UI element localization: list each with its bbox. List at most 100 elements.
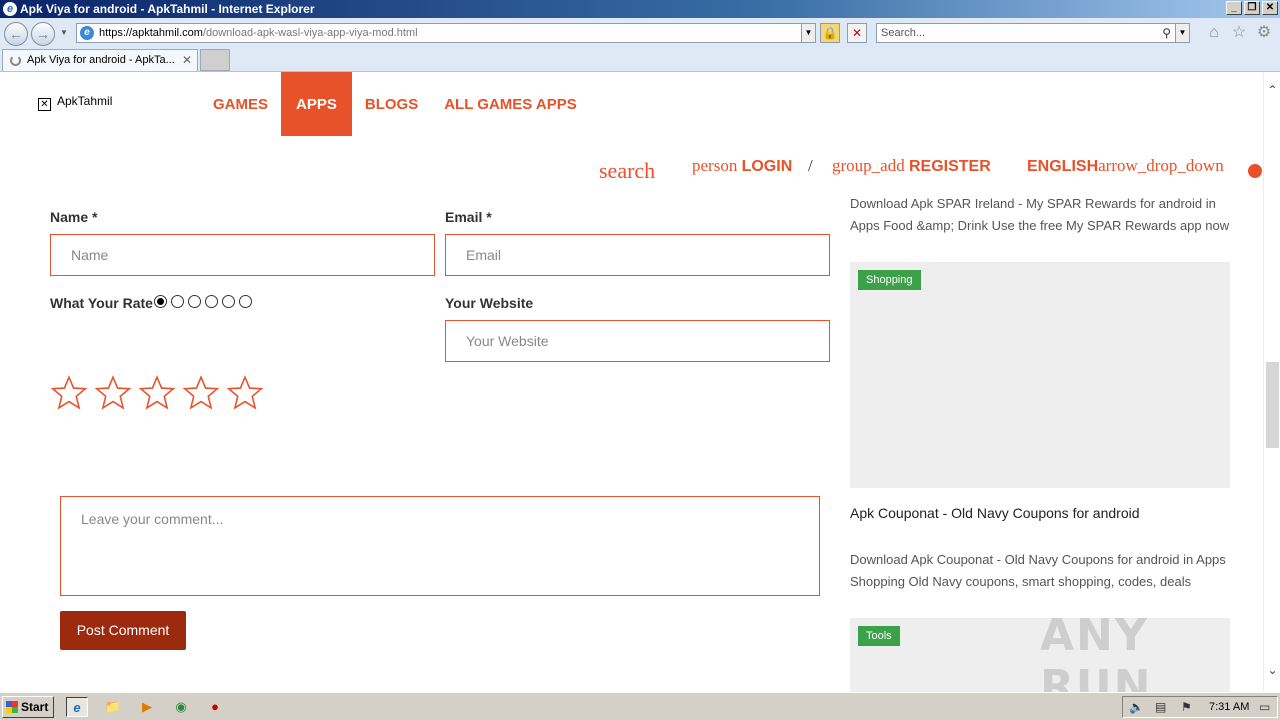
tab-label: Apk Viya for android - ApkTa... (27, 54, 175, 66)
back-arrow-icon: ← (9, 26, 23, 42)
nav-blogs[interactable]: BLOGS (352, 72, 431, 136)
scroll-down-icon[interactable]: ⌄ (1264, 662, 1280, 679)
post-comment-button[interactable]: Post Comment (60, 611, 186, 650)
search-dropdown-icon[interactable]: ▼ (1175, 24, 1189, 42)
loading-spinner-icon (10, 55, 21, 66)
rate-radio[interactable] (171, 295, 184, 308)
tab-close-icon[interactable]: ✕ (182, 50, 192, 70)
website-label: Your Website (445, 295, 534, 311)
shield-taskbar-icon[interactable]: ● (204, 697, 226, 717)
folder-taskbar-icon[interactable]: 📁 (102, 697, 124, 717)
history-dropdown-icon[interactable]: ▼ (60, 28, 68, 37)
star-icon[interactable] (50, 374, 88, 412)
window-title: Apk Viya for android - ApkTahmil - Inter… (20, 2, 315, 16)
rate-radio-group (154, 295, 252, 308)
favorites-star-icon[interactable]: ☆ (1230, 24, 1248, 42)
stop-icon[interactable]: ✕ (847, 23, 867, 43)
search-placeholder: Search... (881, 27, 926, 39)
name-input[interactable]: Name (50, 234, 435, 276)
star-icon[interactable] (182, 374, 220, 412)
category-badge[interactable]: Shopping (858, 270, 921, 290)
star-icon[interactable] (226, 374, 264, 412)
system-tray: 🔈 ▤ ⚑ 7:31 AM ▭ (1122, 696, 1278, 718)
browser-search-input[interactable]: Search... ⚲ ▼ (876, 23, 1190, 43)
sidebar-card-image[interactable]: Shopping (850, 262, 1230, 488)
start-button[interactable]: Start (2, 696, 54, 718)
language-selector[interactable]: ENGLISHarrow_drop_down (1027, 156, 1224, 176)
login-link[interactable]: person LOGIN (692, 156, 792, 176)
restore-button[interactable]: ❐ (1244, 1, 1260, 15)
scrollbar-thumb[interactable] (1266, 362, 1279, 448)
auth-separator: / (808, 156, 813, 175)
star-icon[interactable] (94, 374, 132, 412)
internet-explorer-taskbar-icon[interactable]: e (66, 697, 88, 717)
url-input[interactable]: e https://apktahmil.com/download-apk-was… (76, 23, 816, 43)
close-window-button[interactable]: ✕ (1262, 1, 1278, 15)
url-dropdown-icon[interactable]: ▼ (801, 24, 815, 42)
page-scrollbar[interactable]: ⌃ ⌄ (1263, 72, 1280, 692)
start-label: Start (21, 700, 49, 714)
rate-radio[interactable] (154, 295, 167, 308)
main-nav: GAMES APPS BLOGS ALL GAMES APPS (200, 72, 590, 136)
nav-all-games-apps[interactable]: ALL GAMES APPS (431, 72, 590, 136)
rate-label: What Your Rate (50, 295, 153, 311)
language-label: ENGLISH (1027, 158, 1099, 175)
url-path: /download-apk-wasl-viya-app-viya-mod.htm… (202, 27, 418, 39)
back-button[interactable]: ← (4, 22, 28, 46)
window-title-bar: e Apk Viya for android - ApkTahmil - Int… (0, 0, 1280, 18)
windows-logo-icon (6, 701, 18, 713)
rate-radio[interactable] (239, 295, 252, 308)
site-search-button[interactable]: search (599, 158, 655, 184)
sidebar-item-description: Download Apk Couponat - Old Navy Coupons… (850, 552, 1226, 589)
rate-radio[interactable] (188, 295, 201, 308)
tab-active[interactable]: Apk Viya for android - ApkTa... ✕ (2, 49, 198, 71)
group-add-icon: group_add (832, 156, 905, 175)
website-input[interactable]: Your Website (445, 320, 830, 362)
email-label: Email * (445, 209, 492, 225)
sidebar-item-description: Download Apk SPAR Ireland - My SPAR Rewa… (850, 196, 1230, 233)
new-tab-button[interactable] (200, 49, 230, 71)
star-rating (50, 374, 264, 412)
person-icon: person (692, 156, 738, 175)
dark-mode-toggle-icon[interactable] (1248, 164, 1262, 178)
internet-explorer-icon: e (3, 2, 17, 16)
star-icon[interactable] (138, 374, 176, 412)
anyrun-watermark: ANY RUN (1040, 610, 1153, 692)
login-label: LOGIN (741, 158, 793, 175)
scroll-up-icon[interactable]: ⌃ (1264, 82, 1280, 99)
dropdown-arrow-icon: arrow_drop_down (1098, 156, 1224, 175)
nav-games[interactable]: GAMES (200, 72, 281, 136)
action-center-flag-icon[interactable]: ⚑ (1181, 699, 1192, 715)
show-desktop-icon[interactable]: ▭ (1259, 699, 1270, 715)
rate-radio[interactable] (222, 295, 235, 308)
register-label: REGISTER (908, 158, 991, 175)
site-logo[interactable]: ✕ ApkTahmil (38, 94, 112, 111)
lock-icon[interactable]: 🔒 (820, 23, 840, 43)
category-badge[interactable]: Tools (858, 626, 900, 646)
broken-image-icon: ✕ (38, 98, 51, 111)
nav-apps[interactable]: APPS (281, 72, 352, 136)
register-link[interactable]: group_add REGISTER (832, 156, 991, 176)
url-host: https://apktahmil.com (99, 27, 203, 39)
tab-strip: Apk Viya for android - ApkTa... ✕ (0, 48, 1280, 72)
site-favicon-icon: e (80, 26, 94, 40)
network-icon[interactable]: ▤ (1155, 699, 1166, 715)
settings-gear-icon[interactable]: ⚙ (1255, 24, 1273, 42)
home-icon[interactable]: ⌂ (1205, 24, 1223, 42)
forward-arrow-icon: → (36, 26, 50, 42)
forward-button[interactable]: → (31, 22, 55, 46)
site-brand-name: ApkTahmil (57, 94, 113, 108)
page-viewport: ✕ ApkTahmil GAMES APPS BLOGS ALL GAMES AP… (0, 72, 1263, 692)
windows-taskbar: Start e 📁 ▶ ◉ ● 🔈 ▤ ⚑ 7:31 AM ▭ (0, 692, 1280, 720)
comment-textarea[interactable]: Leave your comment... (60, 496, 820, 596)
sidebar-item-title[interactable]: Apk Couponat - Old Navy Coupons for andr… (850, 505, 1140, 521)
media-player-taskbar-icon[interactable]: ▶ (136, 697, 158, 717)
minimize-button[interactable]: _ (1226, 1, 1242, 15)
chrome-taskbar-icon[interactable]: ◉ (170, 697, 192, 717)
rate-radio[interactable] (205, 295, 218, 308)
name-label: Name * (50, 209, 98, 225)
email-input[interactable]: Email (445, 234, 830, 276)
search-icon[interactable]: ⚲ (1162, 24, 1171, 42)
volume-icon[interactable]: 🔈 (1129, 699, 1144, 715)
clock[interactable]: 7:31 AM (1209, 697, 1249, 717)
